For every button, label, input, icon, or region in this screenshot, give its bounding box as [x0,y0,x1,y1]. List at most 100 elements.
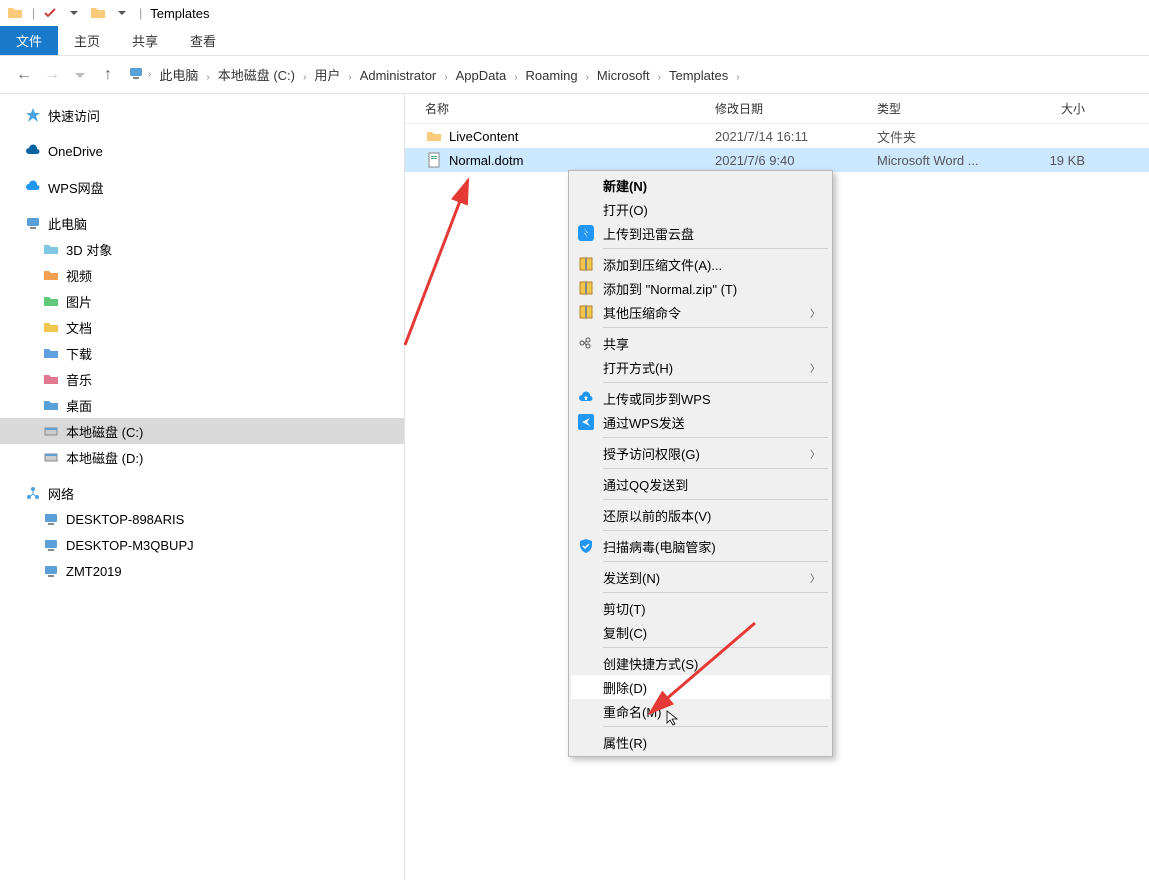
chevron-right-icon[interactable]: › [658,72,661,83]
blank-icon [575,200,597,218]
pc-icon [128,65,144,84]
menu-item[interactable]: 删除(D) [571,675,830,699]
column-header-type[interactable]: 类型 [877,100,1017,117]
menu-item[interactable]: 属性(R) [571,730,830,754]
recent-dropdown[interactable] [66,61,94,89]
menu-item-label: 上传或同步到WPS [603,389,820,408]
chevron-right-icon[interactable]: › [444,72,447,83]
menu-item[interactable]: 创建快捷方式(S) [571,651,830,675]
sidebar-item[interactable]: DESKTOP-M3QBUPJ [0,532,404,558]
menu-separator [603,499,828,500]
breadcrumb-segment[interactable]: 本地磁盘 (C:) [214,64,299,87]
sidebar-network[interactable]: 网络 [0,480,404,506]
chevron-right-icon: 〉 [810,570,820,585]
menu-item[interactable]: 扫描病毒(电脑管家) [571,534,830,558]
wps-up-icon [575,389,597,407]
menu-item-label: 重命名(M) [603,702,820,721]
sidebar-item-label: DESKTOP-898ARIS [66,512,184,527]
chevron-right-icon[interactable]: › [206,72,209,83]
chevron-right-icon[interactable]: › [586,72,589,83]
breadcrumb-segment[interactable]: Templates [665,64,732,87]
sidebar-this-pc[interactable]: 此电脑 [0,210,404,236]
column-header-date[interactable]: 修改日期 [715,100,877,117]
menu-item[interactable]: 授予访问权限(G)〉 [571,441,830,465]
sidebar-item[interactable]: 图片 [0,288,404,314]
context-menu: 新建(N)打开(O)上传到迅雷云盘添加到压缩文件(A)...添加到 "Norma… [568,170,833,757]
menu-separator [603,327,828,328]
sidebar-onedrive[interactable]: OneDrive [0,138,404,164]
menu-item[interactable]: 上传或同步到WPS [571,386,830,410]
column-header-size[interactable]: 大小 [1017,100,1097,117]
sidebar-item[interactable]: 下载 [0,340,404,366]
sidebar-quick-access[interactable]: 快速访问 [0,102,404,128]
pc-icon [42,562,60,580]
blank-icon [575,506,597,524]
menu-item[interactable]: 剪切(T) [571,596,830,620]
file-tab[interactable]: 文件 [0,26,58,55]
menu-item[interactable]: 上传到迅雷云盘 [571,221,830,245]
breadcrumb[interactable]: › 此电脑›本地磁盘 (C:)›用户›Administrator›AppData… [128,65,1139,84]
breadcrumb-segment[interactable]: Administrator [356,64,441,87]
folder-icon [87,2,109,24]
sidebar-item[interactable]: 视频 [0,262,404,288]
menu-separator [603,592,828,593]
breadcrumb-segment[interactable]: Microsoft [593,64,654,87]
menu-item[interactable]: 复制(C) [571,620,830,644]
sidebar-item-label: WPS网盘 [48,178,104,197]
menu-item[interactable]: 重命名(M) [571,699,830,723]
sidebar-item[interactable]: DESKTOP-898ARIS [0,506,404,532]
blank-icon [575,623,597,641]
file-row[interactable]: LiveContent2021/7/14 16:11文件夹 [405,124,1149,148]
menu-separator [603,468,828,469]
file-icon [425,151,443,169]
sidebar-item[interactable]: 音乐 [0,366,404,392]
sidebar-item[interactable]: 桌面 [0,392,404,418]
tab-share[interactable]: 共享 [116,26,174,55]
blank-icon [575,475,597,493]
menu-item[interactable]: 通过WPS发送 [571,410,830,434]
menu-item[interactable]: 发送到(N)〉 [571,565,830,589]
menu-item[interactable]: 通过QQ发送到 [571,472,830,496]
menu-item[interactable]: 新建(N) [571,173,830,197]
menu-item-label: 剪切(T) [603,599,820,618]
menu-item[interactable]: 添加到压缩文件(A)... [571,252,830,276]
sidebar-item[interactable]: 文档 [0,314,404,340]
chevron-right-icon[interactable]: › [514,72,517,83]
chevron-right-icon[interactable]: › [148,69,151,80]
tab-view[interactable]: 查看 [174,26,232,55]
sidebar-item[interactable]: ZMT2019 [0,558,404,584]
up-button[interactable]: ↑ [94,61,122,89]
menu-separator [603,561,828,562]
chevron-right-icon[interactable]: › [736,72,739,83]
breadcrumb-segment[interactable]: 用户 [310,64,344,87]
chevron-right-icon[interactable]: › [303,72,306,83]
file-row[interactable]: Normal.dotm2021/7/6 9:40Microsoft Word .… [405,148,1149,172]
chevron-right-icon[interactable]: › [348,72,351,83]
forward-button[interactable]: → [38,61,66,89]
checkmark-icon[interactable] [39,2,61,24]
tab-home[interactable]: 主页 [58,26,116,55]
menu-item[interactable]: 其他压缩命令〉 [571,300,830,324]
menu-item[interactable]: 还原以前的版本(V) [571,503,830,527]
chevron-right-icon: 〉 [810,446,820,461]
cloud-icon [24,178,42,196]
sidebar-item[interactable]: 本地磁盘 (C:) [0,418,404,444]
column-header-name[interactable]: 名称 [425,100,715,117]
menu-item[interactable]: 添加到 "Normal.zip" (T) [571,276,830,300]
sidebar-item[interactable]: 3D 对象 [0,236,404,262]
menu-item[interactable]: 共享 [571,331,830,355]
sidebar-item-label: 下载 [66,344,92,363]
sidebar-item[interactable]: 本地磁盘 (D:) [0,444,404,470]
dropdown-icon[interactable] [63,2,85,24]
sidebar-item-label: 3D 对象 [66,240,112,259]
breadcrumb-segment[interactable]: 此电脑 [155,64,202,87]
blank-icon [575,733,597,751]
back-button[interactable]: ← [10,61,38,89]
breadcrumb-segment[interactable]: AppData [452,64,511,87]
sidebar-wps[interactable]: WPS网盘 [0,174,404,200]
menu-item[interactable]: 打开(O) [571,197,830,221]
menu-item[interactable]: 打开方式(H)〉 [571,355,830,379]
dropdown-icon[interactable] [111,2,133,24]
breadcrumb-segment[interactable]: Roaming [522,64,582,87]
sidebar-item-label: 此电脑 [48,214,87,233]
